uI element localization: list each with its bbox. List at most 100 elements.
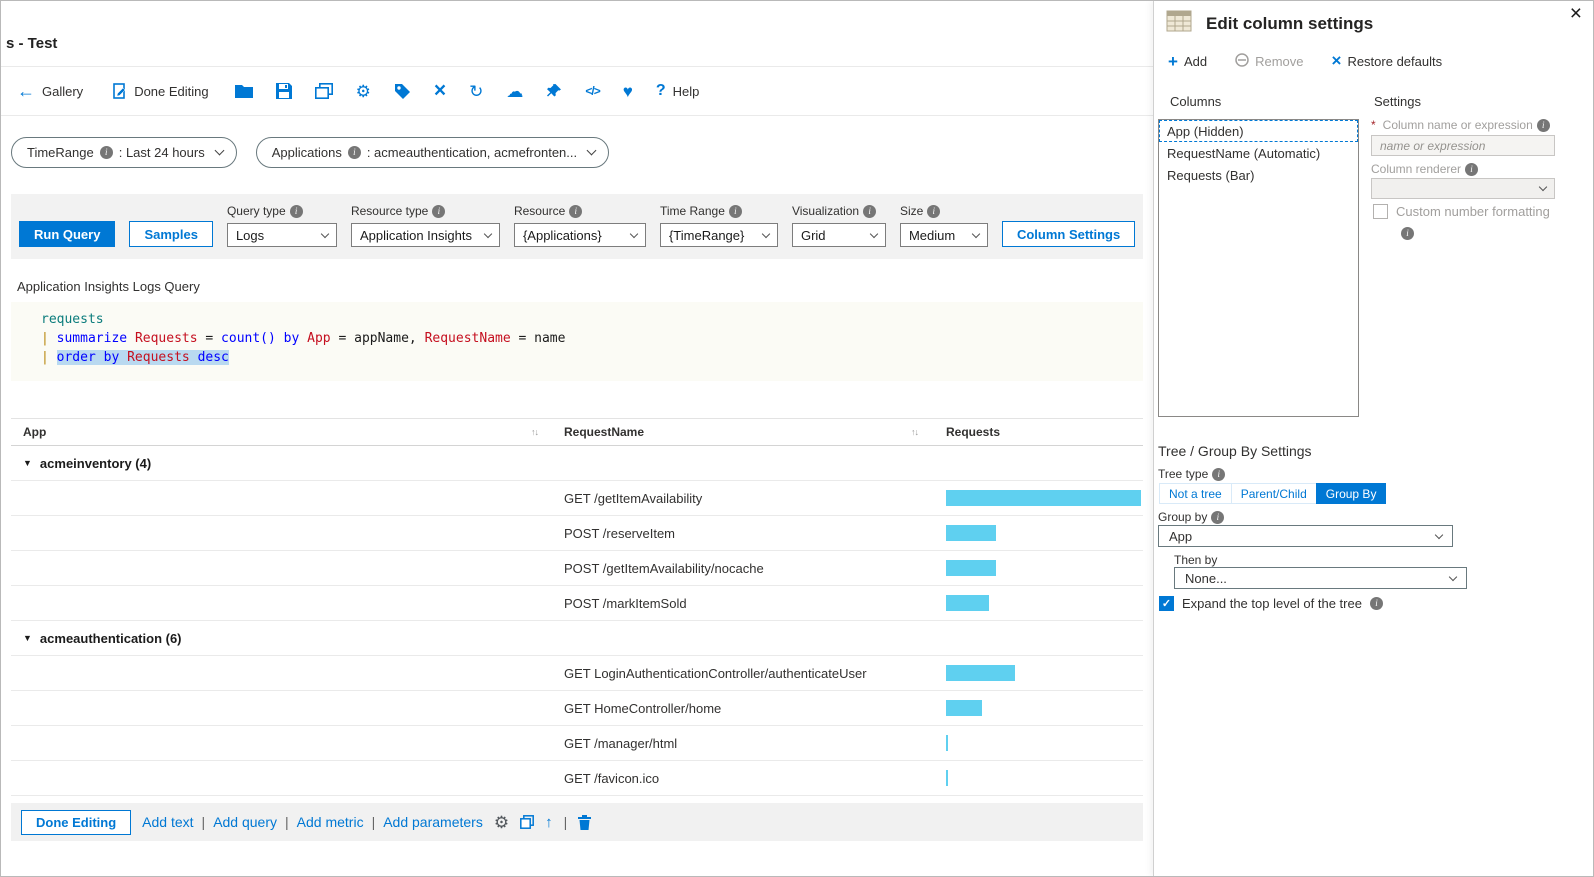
- folder-icon[interactable]: [235, 84, 253, 99]
- pin-icon[interactable]: [546, 83, 562, 99]
- help-button[interactable]: ? Help: [656, 83, 700, 99]
- table-row[interactable]: GET /manager/html: [11, 726, 1143, 761]
- resource-field: Resource i {Applications}: [514, 204, 646, 247]
- refresh-icon[interactable]: ↻: [469, 83, 483, 100]
- footer-link[interactable]: Add query: [213, 814, 277, 830]
- panel-actions: + Add Remove × Restore defaults: [1168, 53, 1442, 70]
- visualization-select[interactable]: Grid: [792, 223, 886, 247]
- footer-link[interactable]: Add text: [142, 814, 193, 830]
- request-count-bar: [946, 735, 948, 751]
- group-row[interactable]: ▼acmeauthentication (6): [11, 621, 1143, 656]
- samples-button[interactable]: Samples: [129, 221, 212, 247]
- column-header-requests[interactable]: Requests: [926, 425, 1143, 439]
- table-row[interactable]: GET /getItemAvailability: [11, 481, 1143, 516]
- resource-type-select[interactable]: Application Insights: [351, 223, 500, 247]
- separator: |: [285, 814, 289, 830]
- done-editing-command[interactable]: Done Editing: [113, 83, 208, 99]
- info-icon: i: [729, 205, 742, 218]
- column-renderer-select[interactable]: [1371, 178, 1555, 199]
- columns-listbox[interactable]: App (Hidden)RequestName (Automatic)Reque…: [1158, 119, 1359, 417]
- request-count-bar: [946, 525, 996, 541]
- column-name-input[interactable]: [1371, 135, 1555, 156]
- collapse-caret-icon[interactable]: ▼: [23, 458, 32, 468]
- column-settings-button[interactable]: Column Settings: [1002, 221, 1135, 247]
- add-column-button[interactable]: + Add: [1168, 53, 1207, 70]
- remove-column-button[interactable]: Remove: [1235, 53, 1303, 70]
- request-name-cell: GET /manager/html: [546, 736, 926, 751]
- resource-select[interactable]: {Applications}: [514, 223, 646, 247]
- favorite-heart-icon[interactable]: ♥: [623, 83, 633, 100]
- then-by-select[interactable]: None...: [1174, 567, 1467, 589]
- column-list-item[interactable]: Requests (Bar): [1159, 164, 1358, 186]
- size-field: Size i Medium: [900, 204, 988, 247]
- column-header-requestname[interactable]: RequestName ↑↓: [546, 425, 926, 439]
- panel-close-icon[interactable]: ×: [1570, 3, 1582, 24]
- table-row[interactable]: GET LoginAuthenticationController/authen…: [11, 656, 1143, 691]
- settings-gear-icon[interactable]: ⚙: [356, 83, 371, 100]
- query-type-label: Query type: [227, 204, 286, 218]
- column-header-app[interactable]: App ↑↓: [11, 425, 546, 439]
- tree-type-option[interactable]: Not a tree: [1159, 483, 1231, 504]
- column-list-item[interactable]: App (Hidden): [1159, 120, 1358, 142]
- clone-icon[interactable]: [520, 815, 534, 829]
- request-count-bar: [946, 490, 1141, 506]
- footer-link[interactable]: Add parameters: [383, 814, 483, 830]
- footer-toolbar: Done Editing Add text | Add query | Add metr…: [11, 803, 1143, 841]
- item-settings-gear-icon[interactable]: ⚙: [494, 814, 509, 831]
- time-range-select[interactable]: {TimeRange}: [660, 223, 778, 247]
- table-row[interactable]: GET /favicon.ico: [11, 761, 1143, 796]
- delete-trash-icon[interactable]: [578, 815, 591, 830]
- save-as-icon[interactable]: [315, 83, 333, 99]
- tag-icon[interactable]: [394, 83, 411, 100]
- code-line[interactable]: | summarize Requests = count() by App = …: [41, 329, 1143, 348]
- code-line[interactable]: | order by Requests desc: [41, 348, 1143, 367]
- table-row[interactable]: GET HomeController/home: [11, 691, 1143, 726]
- panel-title: Edit column settings: [1206, 14, 1373, 34]
- resource-type-label: Resource type: [351, 204, 428, 218]
- expand-top-level-checkbox[interactable]: ✓ Expand the top level of the tree i: [1159, 596, 1383, 611]
- custom-number-formatting-checkbox[interactable]: Custom number formatting: [1373, 204, 1550, 219]
- chevron-down-icon: [587, 146, 597, 156]
- info-icon: i: [1401, 227, 1414, 240]
- timerange-parameter-pill[interactable]: TimeRange i : Last 24 hours: [11, 137, 237, 168]
- done-editing-button[interactable]: Done Editing: [21, 810, 131, 835]
- query-section-label: Application Insights Logs Query: [11, 259, 1143, 302]
- move-up-icon[interactable]: ↑: [545, 815, 553, 830]
- code-line[interactable]: requests: [41, 310, 1143, 329]
- restore-defaults-button[interactable]: × Restore defaults: [1332, 54, 1443, 69]
- close-workbook-icon[interactable]: ×: [434, 80, 446, 101]
- timerange-value: : Last 24 hours: [119, 145, 205, 160]
- query-code[interactable]: requests| summarize Requests = count() b…: [11, 302, 1143, 381]
- request-name-cell: GET LoginAuthenticationController/authen…: [546, 666, 926, 681]
- remove-circle-icon: [1235, 53, 1249, 70]
- collapse-caret-icon[interactable]: ▼: [23, 633, 32, 643]
- gallery-button[interactable]: ← Gallery: [17, 82, 83, 100]
- applications-parameter-pill[interactable]: Applications i : acmeauthentication, acm…: [256, 137, 609, 168]
- separator: |: [202, 814, 206, 830]
- column-list-item[interactable]: RequestName (Automatic): [1159, 142, 1358, 164]
- group-by-select[interactable]: App: [1158, 525, 1453, 547]
- info-icon: i: [100, 146, 113, 159]
- column-name-label: * Column name or expression i: [1371, 118, 1550, 132]
- size-select[interactable]: Medium: [900, 223, 988, 247]
- sort-icons[interactable]: ↑↓: [911, 427, 918, 437]
- tree-type-option[interactable]: Parent/Child: [1231, 483, 1316, 504]
- cloud-upload-icon[interactable]: ☁: [506, 83, 523, 100]
- query-type-select[interactable]: Logs: [227, 223, 337, 247]
- table-row[interactable]: POST /reserveItem: [11, 516, 1143, 551]
- query-toolbar: Run Query Samples Query type i Logs Reso…: [11, 194, 1143, 259]
- footer-link[interactable]: Add metric: [297, 814, 364, 830]
- tree-type-option[interactable]: Group By: [1316, 483, 1387, 504]
- request-name-cell: GET HomeController/home: [546, 701, 926, 716]
- tree-type-label: Tree type i: [1158, 467, 1225, 481]
- request-count-bar: [946, 665, 1015, 681]
- sort-icons[interactable]: ↑↓: [531, 427, 538, 437]
- run-query-button[interactable]: Run Query: [19, 221, 115, 247]
- help-question-icon: ?: [656, 83, 666, 99]
- table-row[interactable]: POST /markItemSold: [11, 586, 1143, 621]
- page-title: s - Test: [6, 35, 57, 52]
- table-row[interactable]: POST /getItemAvailability/nocache: [11, 551, 1143, 586]
- group-row[interactable]: ▼acmeinventory (4): [11, 446, 1143, 481]
- save-icon[interactable]: [276, 83, 292, 99]
- code-view-icon[interactable]: </>: [585, 85, 599, 97]
